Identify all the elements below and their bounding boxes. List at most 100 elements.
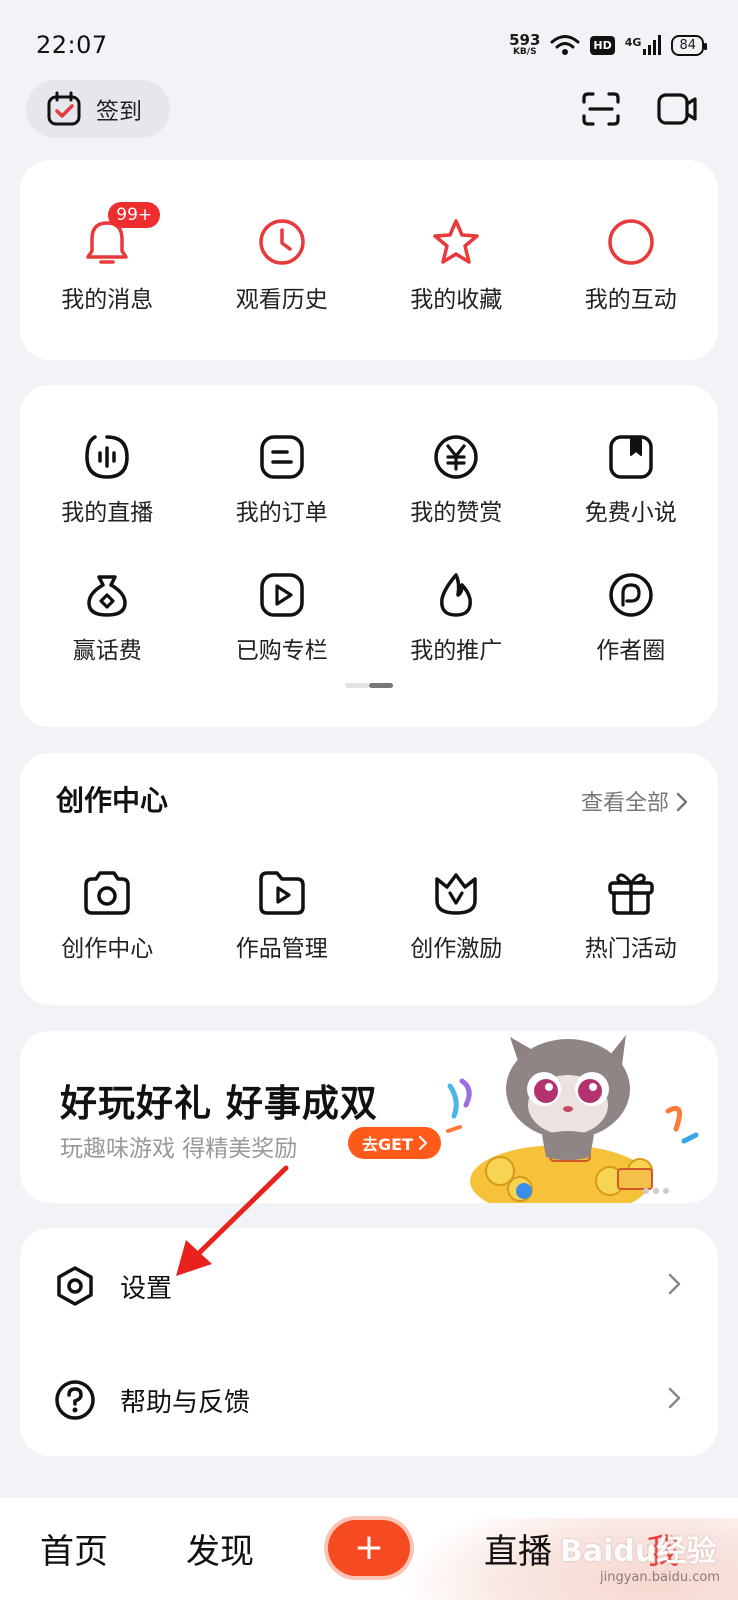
quick-action-history[interactable]: 观看历史 bbox=[195, 216, 370, 314]
publish-button[interactable]: + bbox=[328, 1520, 410, 1576]
video-camera-icon[interactable] bbox=[656, 90, 698, 128]
crown-icon bbox=[430, 867, 482, 919]
calendar-check-icon bbox=[47, 91, 81, 126]
quick-action-label: 观看历史 bbox=[235, 287, 328, 313]
service-orders[interactable]: 我的订单 bbox=[195, 431, 370, 527]
page-dot bbox=[345, 683, 369, 688]
status-icons: 593 KB/S HD 4G 84 bbox=[509, 33, 707, 57]
service-label: 我的推广 bbox=[410, 638, 503, 664]
service-label: 赢话费 bbox=[72, 638, 142, 664]
order-icon bbox=[256, 431, 308, 483]
watermark-url: jingyan.baidu.com bbox=[600, 1570, 720, 1585]
clock-icon bbox=[256, 216, 308, 268]
live-icon bbox=[81, 431, 133, 483]
status-time: 22:07 bbox=[36, 31, 108, 59]
help-icon bbox=[55, 1380, 95, 1420]
service-label: 免费小说 bbox=[584, 500, 677, 526]
signal-label: 4G bbox=[624, 36, 642, 49]
get-button-label: 去GET bbox=[362, 1135, 413, 1154]
service-label: 我的直播 bbox=[61, 500, 154, 526]
chevron-right-icon bbox=[668, 1387, 681, 1409]
net-speed-unit: KB/S bbox=[512, 47, 537, 57]
service-purchased-columns[interactable]: 已购专栏 bbox=[195, 569, 370, 665]
settings-icon bbox=[57, 1266, 93, 1306]
battery-indicator: 84 bbox=[671, 34, 707, 56]
cat-mascot-illustration bbox=[446, 1035, 699, 1203]
menu-card: 设置 帮助与反馈 bbox=[20, 1228, 718, 1456]
page-dot-active bbox=[369, 683, 393, 688]
creation-item-center[interactable]: 创作中心 bbox=[20, 867, 195, 963]
net-speed: 593 KB/S bbox=[509, 33, 540, 57]
bottom-nav: 首页 发现 + 直播 我 Baidu经验 jingyan.baidu.com bbox=[0, 1498, 738, 1600]
creation-center-card: 创作中心 查看全部 创作中心 作品管理 创作激励 热门活动 bbox=[20, 753, 718, 1005]
yen-icon bbox=[430, 431, 482, 483]
nav-discover[interactable]: 发现 bbox=[186, 1524, 254, 1573]
get-button[interactable]: 去GET bbox=[348, 1127, 441, 1159]
see-all-label: 查看全部 bbox=[580, 791, 669, 816]
quick-action-label: 我的消息 bbox=[61, 287, 154, 313]
nav-home[interactable]: 首页 bbox=[40, 1524, 108, 1573]
service-label: 我的赞赏 bbox=[410, 500, 503, 526]
hd-badge: HD bbox=[590, 35, 615, 55]
quick-actions-grid: 99+ 我的消息 观看历史 我的收藏 我的互动 bbox=[20, 202, 719, 314]
service-promotion[interactable]: 我的推广 bbox=[369, 569, 544, 665]
banner-subtitle: 玩趣味游戏 得精美奖励 bbox=[60, 1136, 298, 1162]
section-title: 创作中心 bbox=[56, 784, 169, 817]
chevron-right-icon bbox=[418, 1136, 427, 1150]
page-indicator bbox=[345, 683, 393, 688]
camera-icon bbox=[81, 867, 133, 919]
folder-play-icon bbox=[256, 867, 308, 919]
service-label: 我的订单 bbox=[235, 500, 328, 526]
quick-action-label: 我的互动 bbox=[584, 287, 677, 313]
signal-indicator: 4G bbox=[625, 35, 662, 55]
plus-icon: + bbox=[353, 1527, 385, 1568]
header: 签到 bbox=[0, 80, 738, 140]
service-live[interactable]: 我的直播 bbox=[20, 431, 195, 527]
service-rewards[interactable]: 我的赞赏 bbox=[369, 431, 544, 527]
banner-title: 好玩好礼 好事成双 bbox=[60, 1082, 378, 1125]
creation-item-works[interactable]: 作品管理 bbox=[195, 867, 370, 963]
quick-action-interactions[interactable]: 我的互动 bbox=[544, 216, 719, 314]
chevron-right-icon bbox=[676, 792, 688, 812]
checkin-label: 签到 bbox=[96, 99, 142, 125]
bell-icon: 99+ bbox=[81, 202, 161, 268]
promo-banner[interactable]: 好玩好礼 好事成双 玩趣味游戏 得精美奖励 去GET bbox=[20, 1031, 718, 1203]
book-icon bbox=[605, 431, 657, 483]
services-card: 我的直播 我的订单 我的赞赏 免费小说 赢话费 已购专栏 我的推广 作者圈 bbox=[20, 385, 718, 727]
quick-actions-card: 99+ 我的消息 观看历史 我的收藏 我的互动 bbox=[20, 160, 718, 360]
quick-action-messages[interactable]: 99+ 我的消息 bbox=[20, 202, 195, 314]
quick-action-label: 我的收藏 bbox=[410, 287, 503, 313]
service-author-circle[interactable]: 作者圈 bbox=[544, 569, 719, 665]
nav-live[interactable]: 直播 bbox=[484, 1524, 552, 1573]
creation-grid: 创作中心 作品管理 创作激励 热门活动 bbox=[20, 867, 718, 963]
creation-item-incentive[interactable]: 创作激励 bbox=[369, 867, 544, 963]
services-row-2: 赢话费 已购专栏 我的推广 作者圈 bbox=[20, 569, 718, 665]
creation-item-label: 创作中心 bbox=[61, 936, 154, 962]
service-win-credit[interactable]: 赢话费 bbox=[20, 569, 195, 665]
signal-icon bbox=[643, 35, 662, 55]
circle-icon bbox=[605, 216, 657, 268]
menu-item-help[interactable]: 帮助与反馈 bbox=[20, 1344, 718, 1456]
menu-item-settings[interactable]: 设置 bbox=[20, 1230, 718, 1342]
quick-action-favorites[interactable]: 我的收藏 bbox=[369, 216, 544, 314]
service-label: 作者圈 bbox=[596, 638, 666, 664]
scan-icon[interactable] bbox=[580, 90, 622, 128]
checkin-button[interactable]: 签到 bbox=[26, 80, 170, 138]
creation-item-events[interactable]: 热门活动 bbox=[544, 867, 719, 963]
creation-item-label: 作品管理 bbox=[235, 936, 328, 962]
menu-item-label: 帮助与反馈 bbox=[120, 1387, 251, 1418]
menu-item-label: 设置 bbox=[120, 1273, 173, 1304]
play-square-icon bbox=[256, 569, 308, 621]
flame-icon bbox=[430, 569, 482, 621]
see-all-link[interactable]: 查看全部 bbox=[581, 785, 688, 817]
author-circle-icon bbox=[605, 569, 657, 621]
gift-icon bbox=[605, 867, 657, 919]
service-label: 已购专栏 bbox=[235, 638, 328, 664]
watermark: Baidu经验 bbox=[560, 1534, 717, 1569]
service-novels[interactable]: 免费小说 bbox=[544, 431, 719, 527]
status-bar: 22:07 593 KB/S HD 4G 84 bbox=[0, 0, 738, 90]
services-row-1: 我的直播 我的订单 我的赞赏 免费小说 bbox=[20, 431, 718, 527]
message-count-badge: 99+ bbox=[108, 202, 161, 228]
wifi-icon bbox=[550, 35, 580, 55]
creation-item-label: 创作激励 bbox=[410, 936, 503, 962]
